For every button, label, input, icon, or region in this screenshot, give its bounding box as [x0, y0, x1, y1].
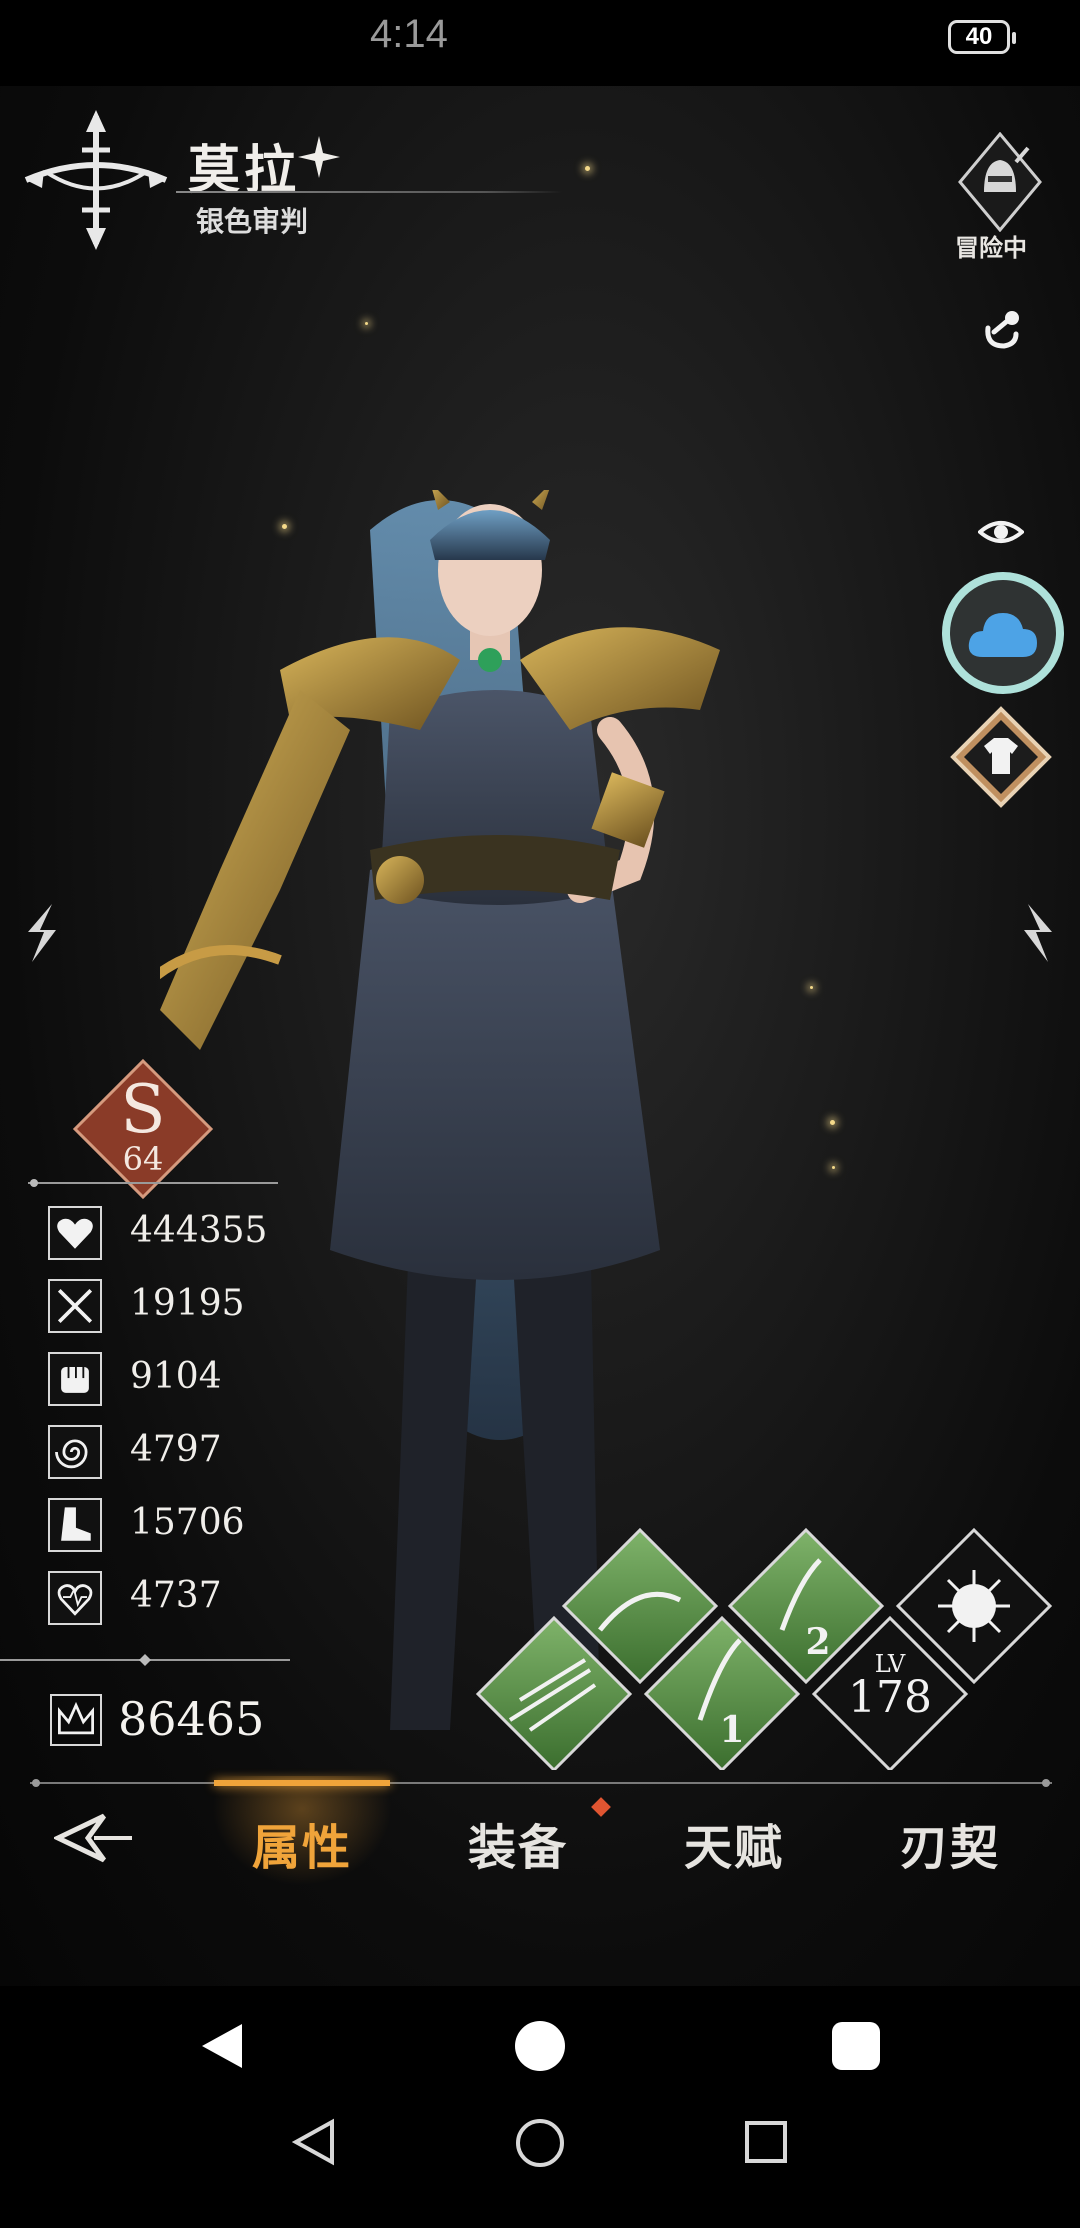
eye-icon[interactable] — [978, 512, 1024, 552]
overlay-recents-icon[interactable] — [832, 2022, 880, 2070]
boot-icon — [48, 1498, 102, 1552]
tab-bar-divider — [30, 1779, 1052, 1787]
stat-row-speed: 15706 — [48, 1494, 348, 1552]
skill-level-value: 178 — [848, 1672, 932, 1723]
stat-row-crit: 4797 — [48, 1421, 348, 1479]
status-time: 4:14 — [370, 12, 448, 56]
back-icon[interactable] — [54, 1808, 136, 1870]
sparkle-decoration — [585, 166, 590, 171]
stat-row-defense: 9104 — [48, 1348, 348, 1406]
heart-icon — [48, 1206, 102, 1260]
previous-hero-arrow[interactable] — [22, 902, 62, 964]
tab-attributes[interactable]: 属性 — [212, 1808, 392, 1878]
share-link-icon[interactable] — [976, 306, 1026, 356]
hero-title: 银色审判 — [196, 205, 309, 238]
stat-attack-value: 19195 — [130, 1283, 245, 1324]
system-recents-icon[interactable] — [744, 2120, 788, 2164]
skill-slot-2-number: 2 — [805, 1621, 830, 1663]
stat-row-hp: 444355 — [48, 1202, 348, 1260]
cloud-button[interactable] — [942, 572, 1064, 694]
stat-row-vitality: 4737 — [48, 1567, 348, 1625]
tab-talent[interactable]: 天赋 — [644, 1808, 824, 1878]
outfit-icon[interactable] — [950, 706, 1052, 808]
stat-crit-value: 4797 — [130, 1429, 222, 1470]
rank-ornament — [28, 1179, 278, 1187]
tab-blade-pact[interactable]: 刃契 — [860, 1808, 1040, 1878]
heart-beat-icon — [48, 1571, 102, 1625]
system-back-icon[interactable] — [292, 2118, 336, 2166]
system-home-icon[interactable] — [515, 2118, 565, 2168]
swirl-icon — [48, 1425, 102, 1479]
tab-equipment[interactable]: 装备 — [428, 1808, 608, 1878]
star-icon — [298, 136, 340, 178]
stat-hp-value: 444355 — [130, 1210, 268, 1251]
stat-row-attack: 19195 — [48, 1275, 348, 1333]
name-underline — [176, 191, 562, 193]
cloud-icon — [968, 613, 1037, 657]
next-hero-arrow[interactable] — [1018, 902, 1058, 964]
system-navigation-bar — [0, 2106, 1080, 2228]
overlay-navigation-bar — [0, 1986, 1080, 2106]
status-bar: 4:14 40 — [0, 0, 1080, 86]
fist-icon — [48, 1352, 102, 1406]
sparkle-decoration — [365, 322, 368, 325]
adventure-knight-icon[interactable] — [958, 132, 1042, 232]
skills-panel: 1 2 LV 178 — [475, 1527, 1053, 1770]
stat-defense-value: 9104 — [130, 1356, 222, 1397]
stat-speed-value: 15706 — [130, 1502, 245, 1543]
rank-letter: S — [120, 1071, 165, 1148]
active-tab-indicator — [214, 1780, 390, 1786]
archer-class-icon — [24, 110, 168, 250]
crown-icon — [50, 1694, 102, 1746]
overlay-back-icon[interactable] — [200, 2022, 244, 2070]
combat-power-value: 86465 — [118, 1692, 265, 1746]
stat-vitality-value: 4737 — [130, 1575, 222, 1616]
skill-slot-1-number: 1 — [719, 1709, 744, 1751]
overlay-home-icon[interactable] — [514, 2020, 566, 2072]
battery-icon: 40 — [948, 20, 1016, 54]
stats-divider — [0, 1654, 290, 1666]
crossed-swords-icon — [48, 1279, 102, 1333]
adventure-status-label: 冒险中 — [955, 233, 1027, 262]
